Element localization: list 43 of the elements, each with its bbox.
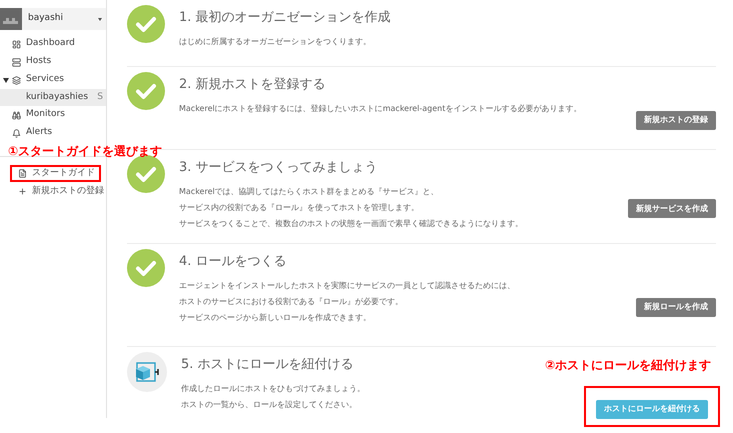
step-button[interactable]: 新規サービスを作成 (628, 199, 716, 218)
step-description: Mackerelでは、協調してはたらくホスト群をまとめる『サービス』と、 (179, 186, 440, 198)
dashboard-icon (12, 40, 21, 48)
nav-item[interactable]: Alerts (0, 124, 106, 142)
step-description: Mackerelにホストを登録するには、登録したいホストにmackerel-agentをインストールする必要があります。 (179, 103, 582, 115)
nav-item[interactable]: Dashboard (0, 35, 106, 53)
step-description: 作成したロールにホストをひもづけてみましょう。 (181, 383, 366, 395)
step-description: サービスをつくることで、複数台のホストの状態を一画面で素早く確認できるようになります。 (179, 218, 524, 230)
annotation-label: ①スタートガイドを選びます (8, 143, 162, 160)
step-description: はじめに所属するオーガニゼーションをつくります。 (179, 36, 372, 48)
nav-item[interactable]: Services (0, 71, 106, 89)
check-circle-icon (127, 72, 165, 110)
caret-icon (98, 18, 102, 20)
step-description: サービスのページから新しいロールを作成できます。 (179, 312, 372, 324)
cube-icon (127, 352, 167, 392)
org-selector[interactable]: bayashi (22, 8, 106, 30)
org-logo-icon (0, 8, 22, 30)
step-description: エージェントをインストールしたホストを実際にサービスの一員として認識させるためには、 (179, 280, 516, 292)
step-description: ホストのサービスにおける役割である『ロール』が必要です。 (179, 296, 404, 308)
nav-item[interactable]: Hosts (0, 53, 106, 71)
plus-icon (18, 187, 27, 196)
document-icon (18, 169, 27, 178)
annotation-label: ②ホストにロールを紐付けます (545, 357, 712, 374)
server-icon (12, 58, 21, 66)
step-title: 2. 新規ホストを登録する (179, 76, 326, 94)
check-circle-icon (127, 249, 165, 287)
step-title: 3. サービスをつくってみましょう (179, 159, 378, 177)
step-title: 5. ホストにロールを紐付ける (181, 356, 354, 374)
guide-link[interactable]: スタートガイド (10, 165, 101, 182)
bell-icon (12, 128, 21, 138)
guide-link[interactable]: 新規ホストの登録 (10, 183, 110, 200)
step-description: サービス内の役割である『ロール』を使ってホストを管理します。 (179, 202, 420, 214)
nav-subitem[interactable]: kuribayashies S (0, 89, 106, 106)
check-circle-icon (127, 5, 165, 43)
binoculars-icon (12, 110, 21, 120)
step-title: 4. ロールをつくる (179, 253, 287, 271)
step-button[interactable]: 新規ロールを作成 (636, 298, 716, 317)
step-title: 1. 最初のオーガニゼーションを作成 (179, 9, 391, 27)
step-button[interactable]: 新規ホストの登録 (636, 110, 716, 130)
nav-item[interactable]: Monitors (0, 106, 106, 124)
layers-icon (12, 76, 21, 84)
service-initial-label: S (97, 90, 103, 104)
step-description: ホストの一覧から、ロールを設定してください。 (181, 399, 358, 411)
